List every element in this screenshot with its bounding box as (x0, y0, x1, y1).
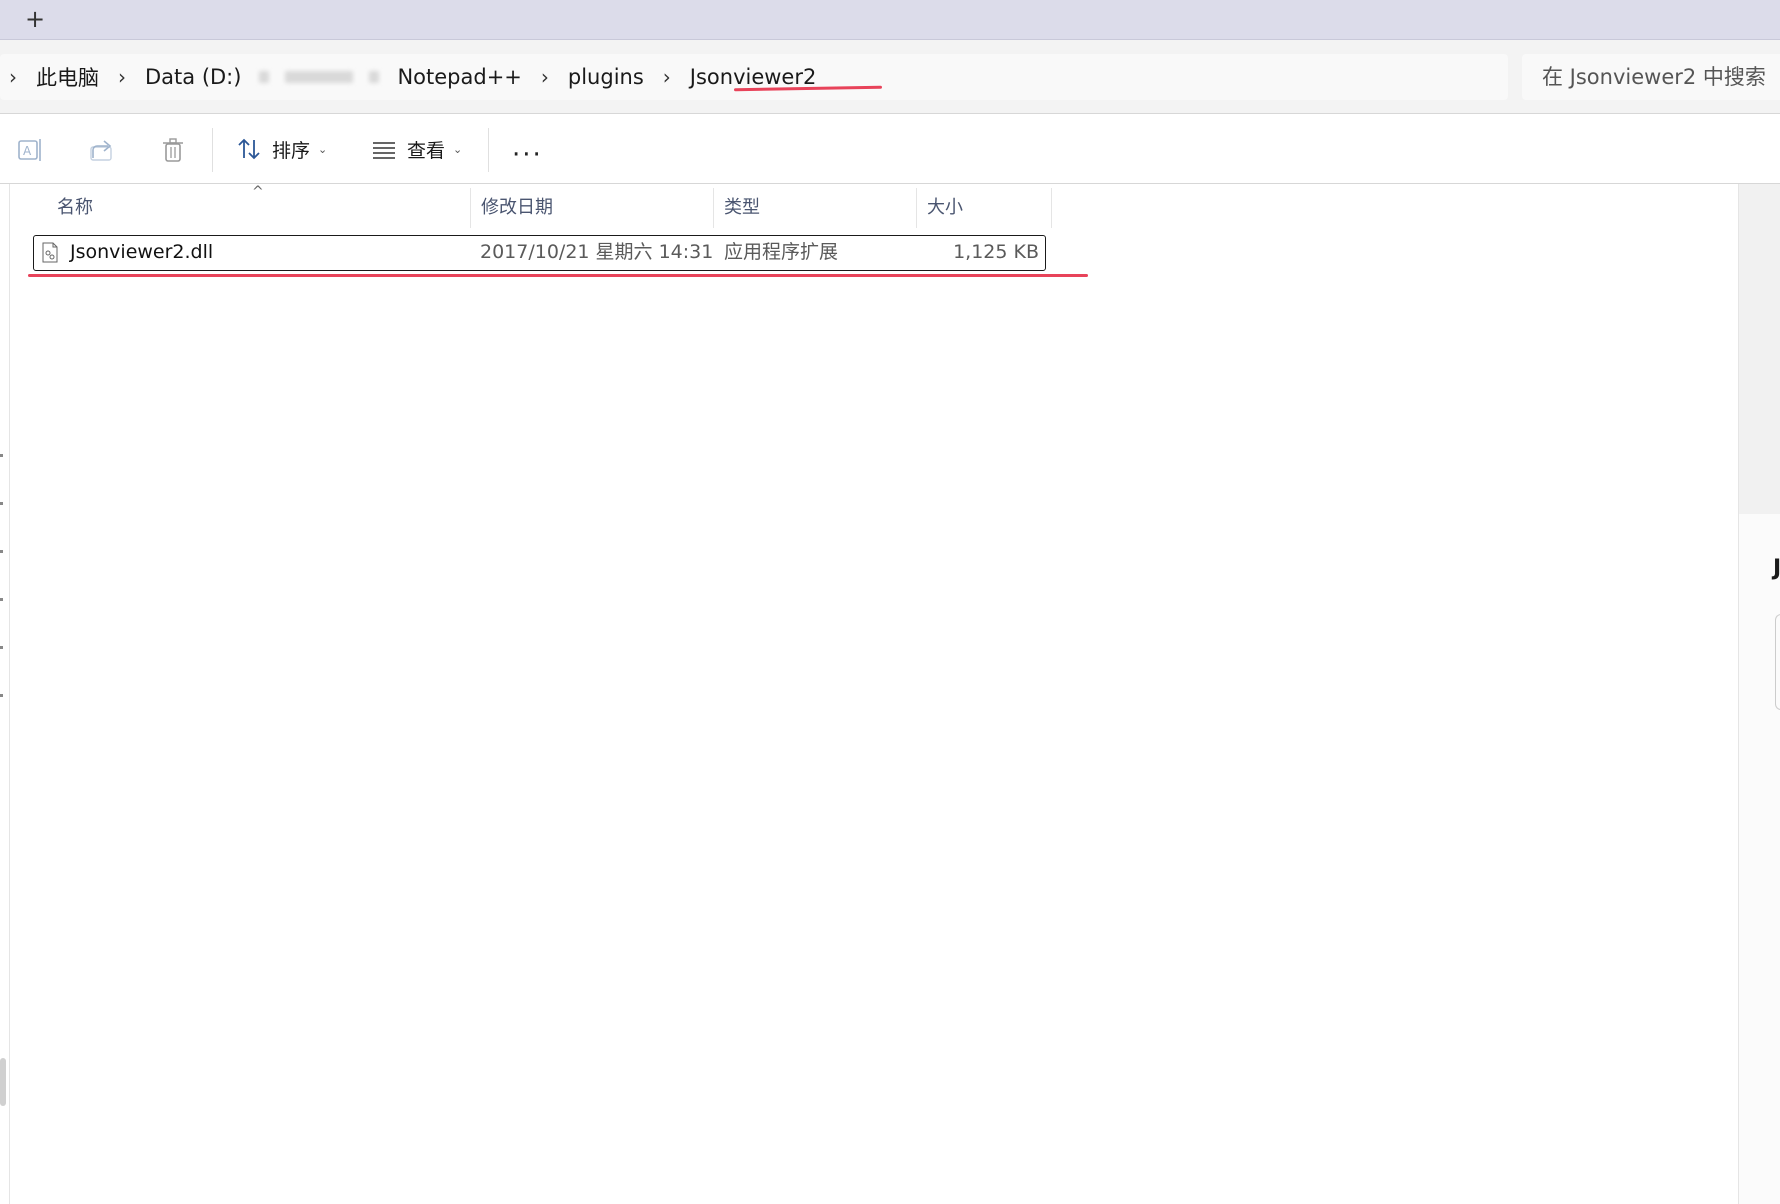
breadcrumb-data-d[interactable]: Data (D:) (135, 65, 251, 89)
address-bar-area: › 此电脑 › Data (D:) Notepad++ › plugins › … (0, 40, 1780, 114)
file-name: Jsonviewer2.dll (70, 241, 214, 263)
tab-bar: + (0, 0, 1780, 40)
sort-label: 排序 (272, 139, 311, 162)
sort-button[interactable]: 排序 ⌄ (236, 132, 327, 166)
details-preview-area (1739, 184, 1780, 514)
sort-icon (238, 138, 260, 160)
chevron-right-icon[interactable]: › (532, 65, 558, 89)
delete-icon[interactable] (159, 136, 187, 164)
chevron-right-icon[interactable]: › (654, 65, 680, 89)
new-tab-button[interactable]: + (20, 4, 50, 34)
address-bar[interactable]: › 此电脑 › Data (D:) Notepad++ › plugins › … (0, 54, 1508, 100)
breadcrumb: › 此电脑 › Data (D:) Notepad++ › plugins › … (0, 54, 826, 100)
more-options-button[interactable]: ··· (512, 140, 543, 170)
dll-file-icon (42, 242, 58, 263)
blurred-folder-name (285, 71, 354, 83)
share-icon[interactable] (88, 136, 116, 164)
view-button[interactable]: 查看 ⌄ (371, 132, 462, 166)
file-modified: 2017/10/21 星期六 14:31 (480, 241, 714, 263)
chevron-right-icon[interactable]: › (109, 65, 135, 89)
details-pane: J (1738, 184, 1780, 1204)
breadcrumb-notepadpp[interactable]: Notepad++ (387, 65, 531, 89)
annotation-underline-file (28, 274, 1088, 277)
rename-icon[interactable]: A (16, 136, 44, 164)
blurred-chevron (259, 71, 270, 83)
view-list-icon (373, 142, 395, 159)
pane-divider (9, 184, 10, 1204)
column-header-name[interactable]: 名称 (47, 188, 471, 228)
column-header-size[interactable]: 大小 (917, 188, 1052, 228)
breadcrumb-plugins[interactable]: plugins (558, 65, 654, 89)
chevron-right-icon[interactable]: › (0, 65, 26, 89)
view-label: 查看 (407, 139, 446, 162)
chevron-down-icon: ⌄ (453, 142, 463, 156)
chevron-down-icon: ⌄ (318, 142, 328, 156)
column-header-modified[interactable]: 修改日期 (471, 188, 714, 228)
blurred-chevron (369, 71, 380, 83)
search-input[interactable]: 在 Jsonviewer2 中搜索 (1522, 54, 1780, 100)
file-list-pane: ^ 名称 修改日期 类型 大小 Jsonviewer2.dll 2017/10/… (0, 184, 1780, 1204)
command-bar: A 排序 ⌄ 查看 ⌄ (0, 114, 1780, 184)
file-size: 1,125 KB (953, 241, 1039, 263)
nav-pane-scrollbar[interactable] (0, 1058, 6, 1106)
breadcrumb-this-pc[interactable]: 此电脑 (26, 62, 109, 92)
file-type: 应用程序扩展 (724, 241, 839, 263)
toolbar-divider (212, 128, 213, 172)
file-row[interactable]: Jsonviewer2.dll 2017/10/21 星期六 14:31 应用程… (33, 235, 1046, 271)
column-header-type[interactable]: 类型 (714, 188, 917, 228)
breadcrumb-jsonviewer2[interactable]: Jsonviewer2 (680, 65, 827, 89)
details-frame (1775, 614, 1780, 710)
svg-text:A: A (23, 144, 32, 158)
details-title: J (1773, 556, 1780, 581)
toolbar-divider (488, 128, 489, 172)
